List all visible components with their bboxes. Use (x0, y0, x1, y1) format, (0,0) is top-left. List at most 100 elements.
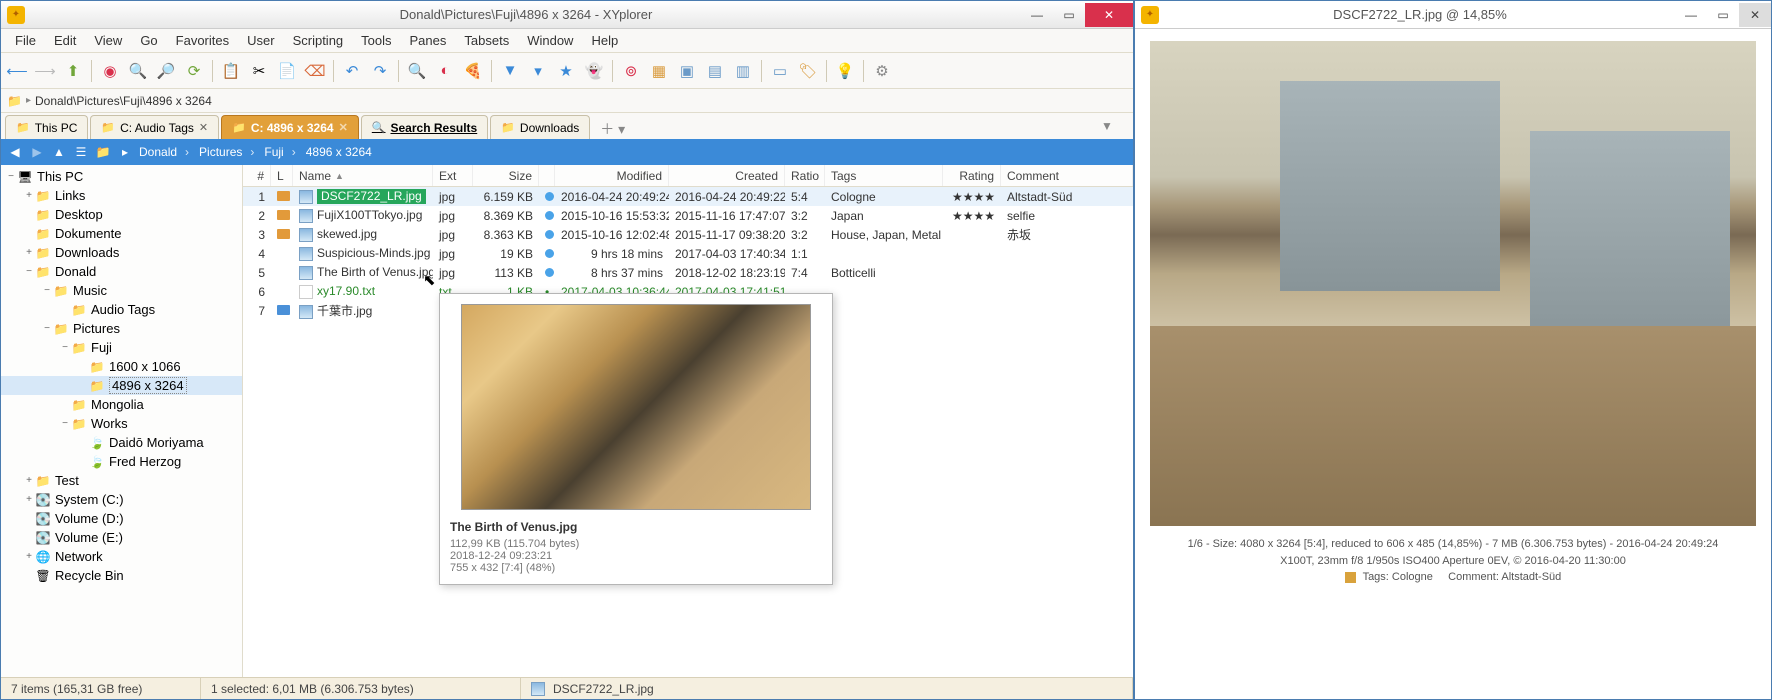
preview-maximize-button[interactable]: ▭ (1707, 3, 1739, 27)
tree-music[interactable]: −📁Music (1, 281, 242, 300)
file-header[interactable]: # L Name▲ Ext Size Modified Created Rati… (243, 165, 1133, 187)
maximize-button[interactable]: ▭ (1053, 3, 1085, 27)
tree-fred-herzog[interactable]: 🍃Fred Herzog (1, 452, 242, 471)
menu-tools[interactable]: Tools (353, 31, 399, 50)
paste-icon[interactable]: 📄 (275, 59, 299, 83)
bc-list-icon[interactable]: ☰ (73, 144, 89, 160)
address-chevron-icon[interactable]: ▸ (26, 95, 31, 106)
col-num[interactable]: # (243, 165, 271, 186)
close-button[interactable]: ✕ (1085, 3, 1133, 27)
redo-icon[interactable]: ↷ (368, 59, 392, 83)
copy-icon[interactable]: 📋 (219, 59, 243, 83)
refresh-icon[interactable]: ⟳ (182, 59, 206, 83)
pizza-icon[interactable]: 🍕 (461, 59, 485, 83)
star-icon[interactable]: ★ (554, 59, 578, 83)
menu-window[interactable]: Window (519, 31, 581, 50)
folder-tree[interactable]: −🖥This PC+📁Links📁Desktop📁Dokumente+📁Down… (1, 165, 243, 677)
undo-icon[interactable]: ↶ (340, 59, 364, 83)
tree-dokumente[interactable]: 📁Dokumente (1, 224, 242, 243)
bc-fwd-icon[interactable]: ▶ (29, 144, 45, 160)
tree-works[interactable]: −📁Works (1, 414, 242, 433)
col-rating[interactable]: Rating (943, 165, 1001, 186)
gear-icon[interactable]: ⚙ (870, 59, 894, 83)
file-row[interactable]: 3skewed.jpgjpg8.363 KB2015-10-16 12:02:4… (243, 225, 1133, 244)
grid-icon[interactable]: ▦ (647, 59, 671, 83)
life-ring-icon[interactable]: ⊚ (619, 59, 643, 83)
file-row[interactable]: 2FujiX100TTokyo.jpgjpg8.369 KB2015-10-16… (243, 206, 1133, 225)
tree-toggle-icon[interactable]: − (59, 418, 71, 429)
tree-network[interactable]: +🌐Network (1, 547, 242, 566)
tree-downloads[interactable]: +📁Downloads (1, 243, 242, 262)
tab-downloads[interactable]: 📁Downloads (490, 115, 590, 139)
tree-toggle-icon[interactable]: − (5, 171, 17, 182)
panes3-icon[interactable]: ▥ (731, 59, 755, 83)
col-name[interactable]: Name▲ (293, 165, 433, 186)
tree-toggle-icon[interactable]: − (23, 266, 35, 277)
panes2-icon[interactable]: ▤ (703, 59, 727, 83)
tree-toggle-icon[interactable]: − (59, 342, 71, 353)
panel-icon[interactable]: ▭ (768, 59, 792, 83)
bc-up-icon[interactable]: ▲ (51, 144, 67, 160)
tree-toggle-icon[interactable]: + (23, 247, 35, 258)
zoom-in-icon[interactable]: 🔍 (126, 59, 150, 83)
tree-mongolia[interactable]: 📁Mongolia (1, 395, 242, 414)
col-tags[interactable]: Tags (825, 165, 943, 186)
tree-toggle-icon[interactable]: − (41, 323, 53, 334)
tree-toggle-icon[interactable]: − (41, 285, 53, 296)
menu-edit[interactable]: Edit (46, 31, 84, 50)
tree-1600-x-1066[interactable]: 📁1600 x 1066 (1, 357, 242, 376)
menu-user[interactable]: User (239, 31, 282, 50)
tree-test[interactable]: +📁Test (1, 471, 242, 490)
up-button[interactable]: ⬆ (61, 59, 85, 83)
tab-this-pc[interactable]: 📁This PC (5, 115, 88, 139)
col-created[interactable]: Created (669, 165, 785, 186)
tree-toggle-icon[interactable]: + (23, 190, 35, 201)
tab-c-4896-x-3264[interactable]: 📁C: 4896 x 3264✕ (221, 115, 359, 139)
address-bar[interactable]: 📁 ▸ Donald\Pictures\Fuji\4896 x 3264 (1, 89, 1133, 113)
crumb-fuji[interactable]: Fuji (264, 145, 295, 159)
back-button[interactable]: ⟵ (5, 59, 29, 83)
menu-panes[interactable]: Panes (402, 31, 455, 50)
crumb-4896-x-3264[interactable]: 4896 x 3264 (306, 145, 380, 159)
minimize-button[interactable]: — (1021, 3, 1053, 27)
preview-close-button[interactable]: ✕ (1739, 3, 1771, 27)
tree-desktop[interactable]: 📁Desktop (1, 205, 242, 224)
panes1-icon[interactable]: ▣ (675, 59, 699, 83)
filter-icon[interactable]: ▼ (498, 59, 522, 83)
tree-audio-tags[interactable]: 📁Audio Tags (1, 300, 242, 319)
tab-search-results[interactable]: 🔍Search Results (361, 115, 488, 139)
filter-funnel-icon[interactable]: ▼ (1101, 119, 1121, 139)
lightbulb-icon[interactable]: 💡 (833, 59, 857, 83)
tree-toggle-icon[interactable]: + (23, 551, 35, 562)
tab-close-icon[interactable]: ✕ (199, 121, 208, 134)
col-size[interactable]: Size (473, 165, 539, 186)
tab-c-audio-tags[interactable]: 📁C: Audio Tags✕ (90, 115, 219, 139)
cut-icon[interactable]: ✂ (247, 59, 271, 83)
tree-4896-x-3264[interactable]: 📁4896 x 3264 (1, 376, 242, 395)
tree-volume-d-[interactable]: 💽Volume (D:) (1, 509, 242, 528)
menu-file[interactable]: File (7, 31, 44, 50)
tree-links[interactable]: +📁Links (1, 186, 242, 205)
tag-icon[interactable]: 🏷 (796, 59, 820, 83)
preview-minimize-button[interactable]: — (1675, 3, 1707, 27)
crumb-pictures[interactable]: Pictures (199, 145, 254, 159)
tree-toggle-icon[interactable]: + (23, 494, 35, 505)
col-comment[interactable]: Comment (1001, 165, 1133, 186)
add-tab-button[interactable]: ＋ ▾ (592, 119, 633, 139)
target-icon[interactable]: ◉ (98, 59, 122, 83)
menu-favorites[interactable]: Favorites (168, 31, 237, 50)
search2-icon[interactable]: 🔍 (405, 59, 429, 83)
tree-recycle-bin[interactable]: 🗑Recycle Bin (1, 566, 242, 585)
forward-button[interactable]: ⟶ (33, 59, 57, 83)
menu-scripting[interactable]: Scripting (285, 31, 352, 50)
tree-this-pc[interactable]: −🖥This PC (1, 167, 242, 186)
file-row[interactable]: 5The Birth of Venus.jpgjpg113 KB8 hrs 37… (243, 263, 1133, 282)
bc-back-icon[interactable]: ◀ (7, 144, 23, 160)
menu-tabsets[interactable]: Tabsets (456, 31, 517, 50)
file-row[interactable]: 4Suspicious-Minds.jpgjpg19 KB9 hrs 18 mi… (243, 244, 1133, 263)
find-icon[interactable]: 🔎 (154, 59, 178, 83)
menu-view[interactable]: View (86, 31, 130, 50)
file-row[interactable]: 1DSCF2722_LR.jpgjpg6.159 KB2016-04-24 20… (243, 187, 1133, 206)
pacman-icon[interactable]: ◐ (433, 59, 457, 83)
tab-close-icon[interactable]: ✕ (339, 121, 348, 134)
